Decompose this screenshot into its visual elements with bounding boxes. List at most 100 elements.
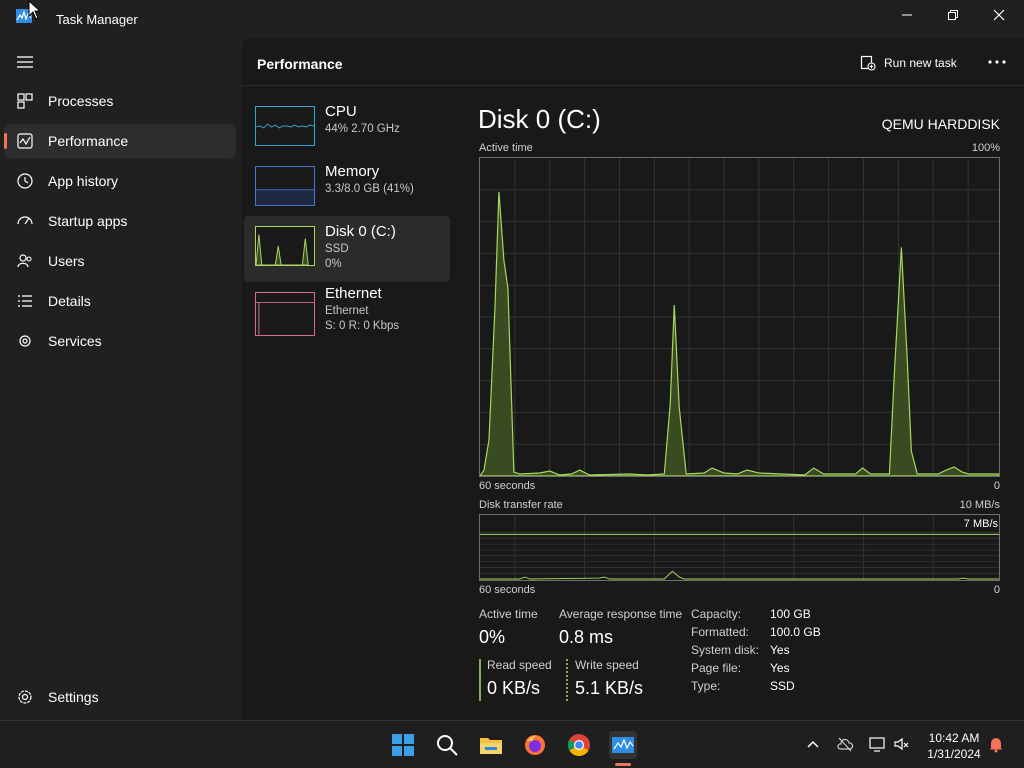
info-page-file-key: Page file: bbox=[691, 661, 742, 675]
clock-date: 1/31/2024 bbox=[927, 747, 981, 761]
startup-gauge-icon bbox=[17, 216, 33, 225]
resource-item-cpu[interactable]: CPU 44% 2.70 GHz bbox=[244, 96, 450, 162]
task-manager-taskbar-icon[interactable] bbox=[609, 731, 637, 759]
resource-detail: 44% 2.70 GHz bbox=[325, 123, 400, 135]
transfer-rate-x-min: 0 bbox=[993, 584, 1000, 596]
page-header: Performance Run new task bbox=[242, 38, 1024, 86]
mouse-cursor-icon bbox=[28, 0, 42, 20]
system-clock[interactable]: 10:42 AM 1/31/2024 bbox=[916, 730, 992, 762]
info-system-disk-key: System disk: bbox=[691, 643, 760, 657]
device-model: QEMU HARDDISK bbox=[881, 116, 1000, 132]
page-title: Performance bbox=[257, 56, 343, 72]
task-manager-window: Task Manager Processes Performance App h… bbox=[0, 0, 1024, 720]
sidebar-item-label: Users bbox=[48, 253, 85, 269]
notification-bell-icon[interactable] bbox=[987, 735, 1005, 753]
minimize-icon bbox=[902, 14, 912, 16]
cpu-thumbnail-graph bbox=[255, 106, 315, 146]
sidebar-item-services[interactable]: Services bbox=[4, 324, 236, 358]
transfer-rate-graph[interactable] bbox=[479, 514, 1000, 581]
chrome-icon[interactable] bbox=[565, 731, 593, 759]
transfer-rate-x-label: 60 seconds bbox=[479, 584, 536, 596]
sidebar-item-settings[interactable]: Settings bbox=[4, 680, 236, 714]
run-new-task-label: Run new task bbox=[884, 56, 957, 70]
write-speed-indicator bbox=[566, 659, 568, 701]
onedrive-cloud-icon[interactable] bbox=[836, 735, 854, 753]
stat-write-speed-label: Write speed bbox=[575, 658, 639, 672]
resource-item-memory[interactable]: Memory 3.3/8.0 GB (41%) bbox=[244, 156, 450, 222]
clock-time: 10:42 AM bbox=[928, 731, 980, 745]
users-icon bbox=[17, 254, 32, 268]
sidebar-item-label: Performance bbox=[48, 133, 129, 149]
sidebar-item-processes[interactable]: Processes bbox=[4, 84, 236, 118]
resource-item-disk[interactable]: Disk 0 (C:) SSD 0% bbox=[244, 216, 450, 282]
more-options-icon[interactable] bbox=[982, 50, 1012, 74]
disk-thumbnail-graph bbox=[255, 226, 315, 266]
info-formatted-key: Formatted: bbox=[691, 625, 750, 639]
settings-gear-icon bbox=[18, 690, 32, 704]
resource-detail: Ethernet bbox=[325, 305, 369, 317]
active-time-graph-label: Active time bbox=[479, 142, 533, 154]
sidebar-item-users[interactable]: Users bbox=[4, 244, 236, 278]
sidebar-nav: Processes Performance App history Startu… bbox=[0, 38, 242, 720]
search-icon[interactable] bbox=[433, 731, 461, 759]
info-type-value: SSD bbox=[770, 679, 795, 693]
resource-usage: S: 0 R: 0 Kbps bbox=[325, 320, 400, 332]
hamburger-menu-icon[interactable] bbox=[16, 55, 34, 69]
stat-avg-response-label: Average response time bbox=[559, 607, 683, 621]
sidebar-item-startup-apps[interactable]: Startup apps bbox=[4, 204, 236, 238]
resource-name: Ethernet bbox=[325, 285, 382, 302]
transfer-rate-graph-label: Disk transfer rate bbox=[479, 499, 563, 511]
sidebar-item-label: Services bbox=[48, 333, 102, 349]
transfer-rate-marker: 7 MB/s bbox=[963, 518, 998, 530]
active-time-x-label: 60 seconds bbox=[479, 480, 536, 492]
windows-start-icon[interactable] bbox=[389, 731, 417, 759]
memory-thumbnail-graph bbox=[255, 166, 315, 206]
sidebar-item-label: Details bbox=[48, 293, 91, 309]
info-capacity-value: 100 GB bbox=[770, 607, 811, 621]
info-system-disk-value: Yes bbox=[770, 643, 790, 657]
resource-detail: SSD bbox=[325, 243, 349, 255]
resource-name: Memory bbox=[325, 163, 380, 180]
settings-label: Settings bbox=[48, 689, 99, 705]
performance-icon bbox=[17, 133, 33, 149]
device-title: Disk 0 (C:) bbox=[478, 104, 601, 134]
close-button[interactable] bbox=[976, 0, 1022, 30]
transfer-rate-max: 10 MB/s bbox=[959, 499, 1000, 511]
sidebar-item-label: App history bbox=[48, 173, 119, 189]
stat-write-speed-value: 5.1 KB/s bbox=[575, 678, 644, 698]
sidebar-item-details[interactable]: Details bbox=[4, 284, 236, 318]
active-time-max: 100% bbox=[971, 142, 1000, 154]
details-list-icon bbox=[18, 295, 32, 307]
sidebar-item-label: Processes bbox=[48, 93, 114, 109]
history-icon bbox=[17, 173, 33, 189]
info-page-file-value: Yes bbox=[770, 661, 790, 675]
resource-item-ethernet[interactable]: Ethernet Ethernet S: 0 R: 0 Kbps bbox=[244, 276, 450, 342]
resource-name: Disk 0 (C:) bbox=[325, 223, 396, 240]
resource-usage: 0% bbox=[325, 258, 342, 270]
firefox-icon[interactable] bbox=[521, 731, 549, 759]
restore-button[interactable] bbox=[930, 0, 976, 30]
run-new-task-button[interactable]: Run new task bbox=[860, 52, 957, 74]
network-icon[interactable] bbox=[868, 735, 886, 753]
file-explorer-icon[interactable] bbox=[477, 731, 505, 759]
sidebar-item-app-history[interactable]: App history bbox=[4, 164, 236, 198]
stat-active-time-value: 0% bbox=[479, 627, 506, 647]
ethernet-thumbnail-graph bbox=[255, 292, 315, 336]
services-gear-icon bbox=[19, 335, 31, 347]
sidebar-item-performance[interactable]: Performance bbox=[4, 124, 236, 158]
chevron-up-icon[interactable] bbox=[804, 735, 822, 753]
read-speed-indicator bbox=[479, 659, 481, 701]
taskbar: 10:42 AM 1/31/2024 bbox=[0, 720, 1024, 768]
stat-read-speed-label: Read speed bbox=[487, 658, 552, 672]
minimize-button[interactable] bbox=[884, 0, 930, 30]
info-formatted-value: 100.0 GB bbox=[770, 625, 821, 639]
window-title: Task Manager bbox=[56, 12, 138, 27]
active-time-graph[interactable] bbox=[479, 157, 1000, 477]
resource-detail: 3.3/8.0 GB (41%) bbox=[325, 183, 414, 195]
volume-muted-icon[interactable] bbox=[893, 735, 911, 753]
run-task-icon bbox=[860, 55, 876, 71]
info-type-key: Type: bbox=[691, 679, 721, 693]
title-bar[interactable]: Task Manager bbox=[0, 0, 1024, 38]
info-capacity-key: Capacity: bbox=[691, 607, 742, 621]
stat-active-time-label: Active time bbox=[479, 607, 538, 621]
